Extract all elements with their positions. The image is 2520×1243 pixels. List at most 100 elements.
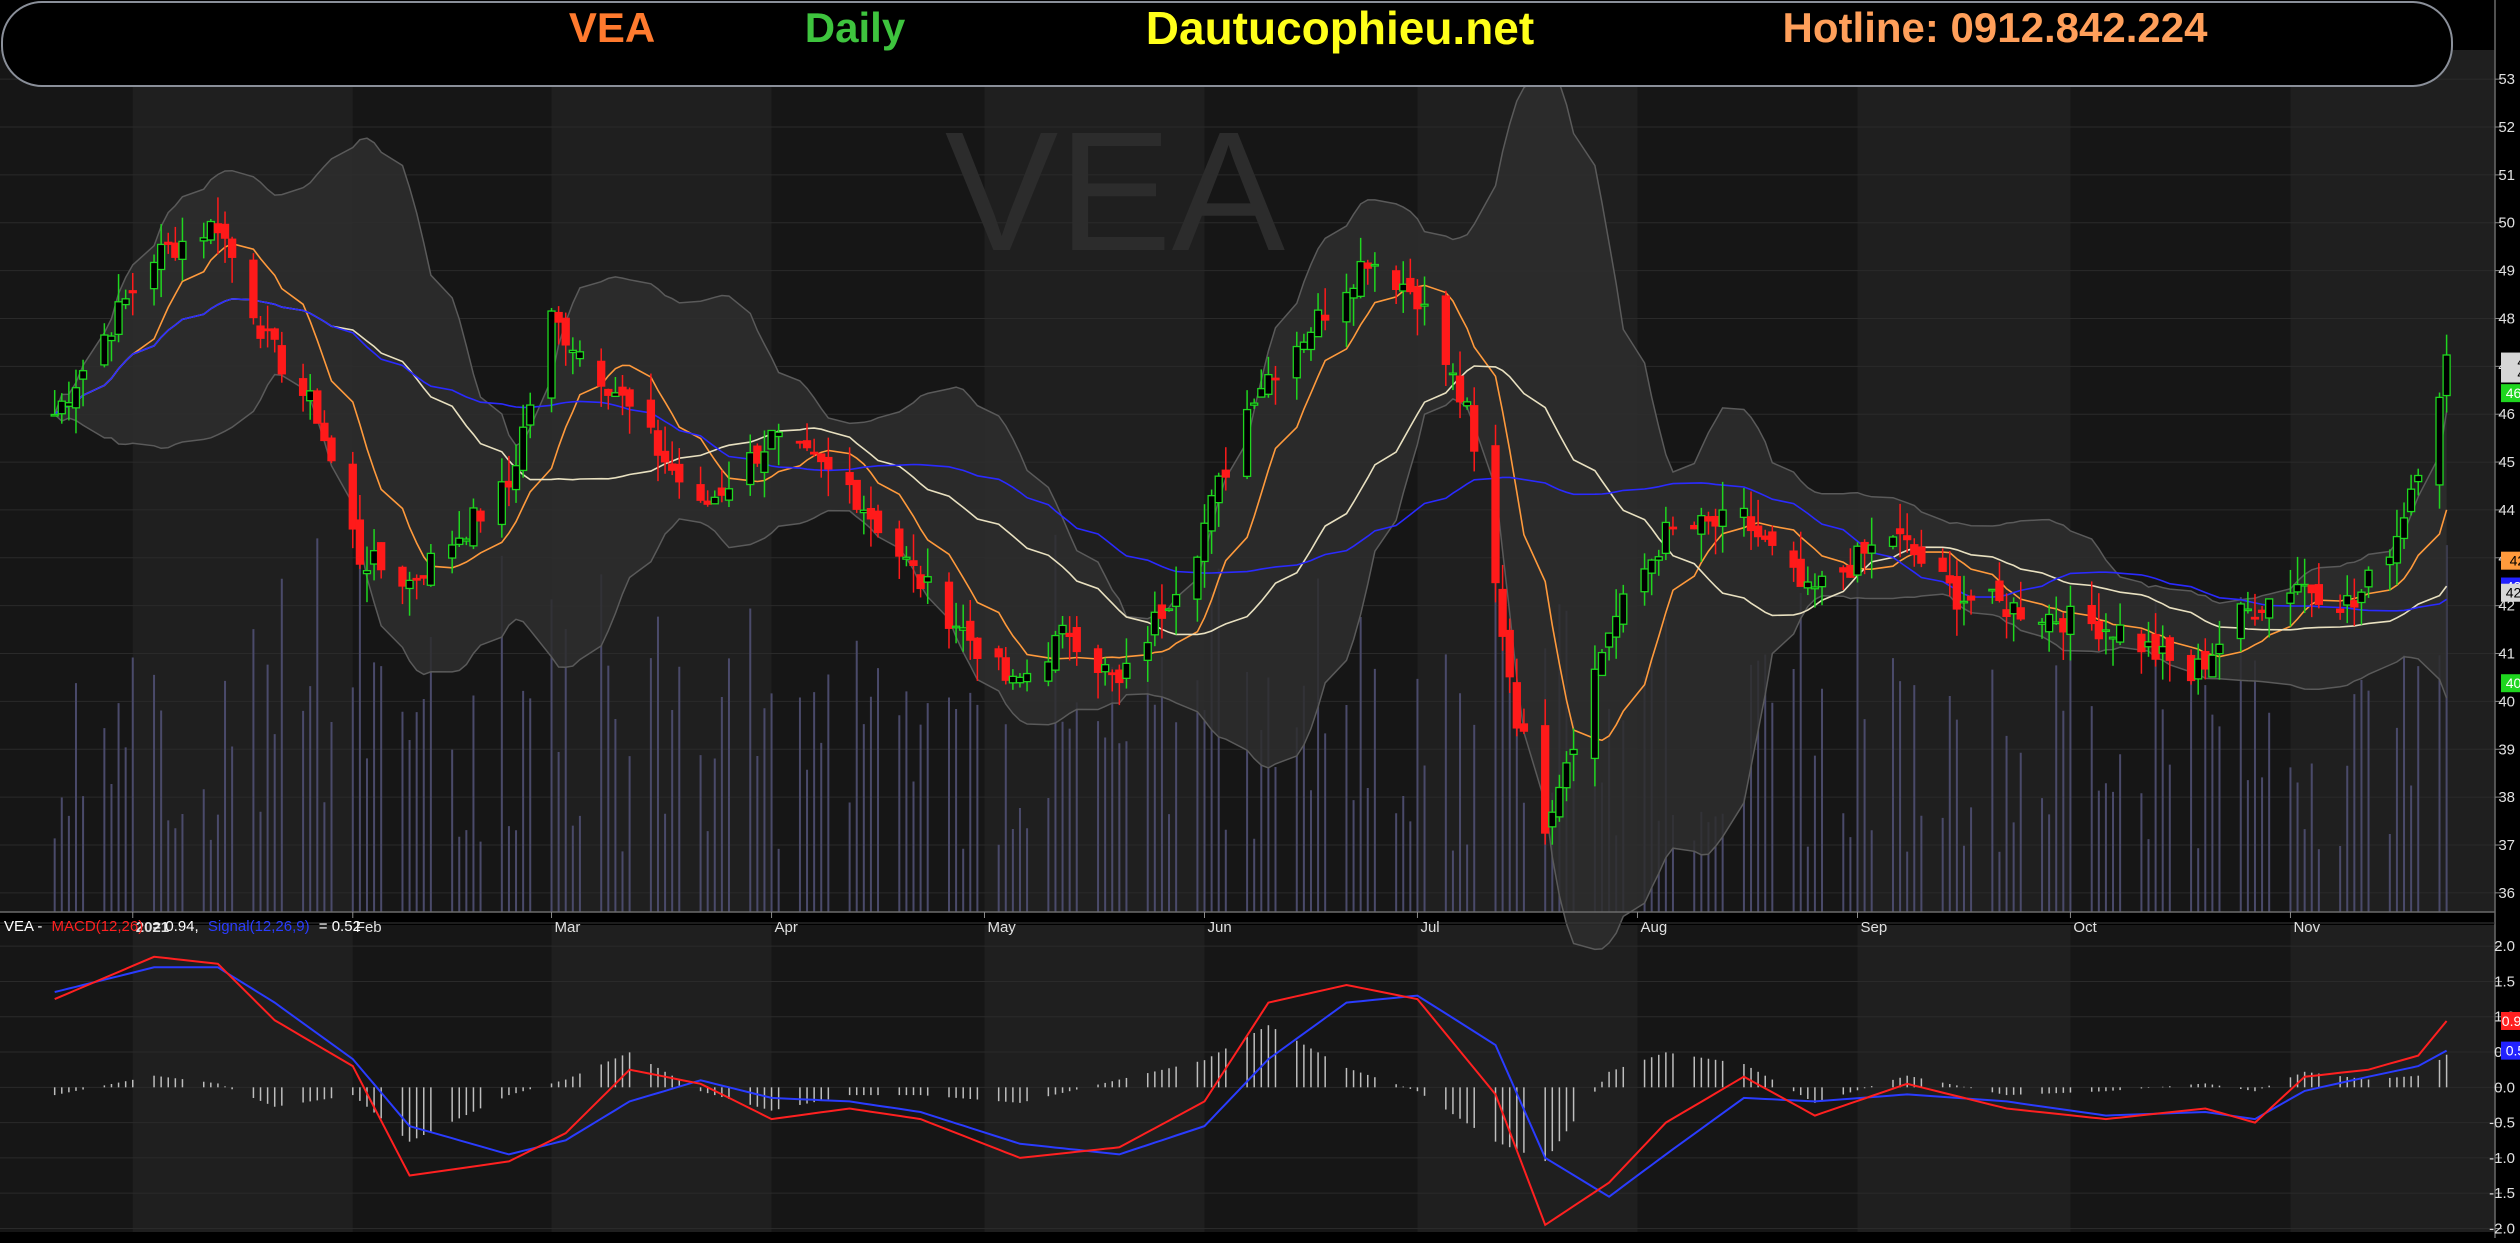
- candle-up: [156, 243, 166, 271]
- candle-up: [2194, 658, 2203, 680]
- candle-up: [1647, 559, 1656, 574]
- candle-down: [1895, 528, 1905, 535]
- candle-up: [1257, 387, 1266, 398]
- candle-down: [1065, 632, 1074, 638]
- candle-down: [554, 311, 563, 323]
- candle-up: [1306, 331, 1316, 351]
- header-banner: VEA Daily Dautucophieu.net Hotline: 0912…: [1, 1, 2453, 87]
- month-tick-label: Sep: [1861, 919, 1888, 936]
- candle-up: [1356, 260, 1365, 297]
- macd-tick-label: 1.5: [2494, 973, 2515, 990]
- candle-down: [1966, 595, 1976, 601]
- candle-up: [64, 402, 74, 407]
- candle-up: [1612, 615, 1621, 638]
- candle-up: [1100, 664, 1110, 673]
- candle-down: [1108, 672, 1117, 676]
- candle-down: [412, 577, 421, 581]
- candle-down: [1704, 516, 1713, 522]
- candle-down: [398, 566, 407, 587]
- candle-up: [2009, 602, 2018, 615]
- candle-down: [227, 238, 237, 258]
- candle-down: [660, 450, 670, 463]
- stock-chart: VEA 363738394041424344454647484950515253…: [0, 0, 2520, 1238]
- candle-down: [1406, 277, 1415, 293]
- candle-up: [2406, 488, 2416, 513]
- candle-down: [668, 463, 677, 471]
- candle-down: [973, 637, 982, 659]
- candle-up: [1143, 641, 1152, 661]
- candle-down: [504, 480, 514, 488]
- candle-up: [2343, 595, 2352, 606]
- candle-down: [213, 223, 223, 234]
- candle-up: [1399, 283, 1408, 292]
- candle-up: [2236, 603, 2245, 640]
- candle-up: [2066, 605, 2075, 636]
- price-tick-label: 48: [2498, 310, 2515, 327]
- candle-down: [1498, 588, 1507, 637]
- candle-down: [866, 507, 876, 520]
- macd-tick-label: -2.0: [2489, 1220, 2515, 1237]
- header-symbol: VEA: [569, 4, 655, 51]
- candle-down: [944, 581, 954, 629]
- candle-down: [1321, 314, 1330, 321]
- month-tick-label: Oct: [2073, 919, 2097, 936]
- candle-up: [2044, 613, 2054, 633]
- candle-up: [1313, 309, 1323, 338]
- candle-up: [1015, 676, 1025, 684]
- price-tick-label: 53: [2498, 71, 2515, 88]
- candle-up: [1988, 588, 1997, 592]
- candle-up: [2215, 643, 2224, 655]
- candle-down: [1711, 515, 1720, 527]
- candle-down: [795, 440, 805, 444]
- candle-up: [1122, 662, 1131, 679]
- candle-down: [256, 325, 265, 339]
- candle-down: [1746, 516, 1756, 532]
- candle-down: [1839, 567, 1848, 573]
- candle-down: [994, 648, 1003, 658]
- candle-up: [1299, 341, 1309, 351]
- candle-down: [1519, 723, 1529, 732]
- macd-tick-label: -1.0: [2489, 1150, 2515, 1167]
- candle-up: [2101, 629, 2111, 633]
- price-tick-label: 41: [2498, 646, 2515, 663]
- candle-down: [313, 390, 322, 424]
- candle-up: [2052, 621, 2061, 625]
- candle-up: [1207, 494, 1216, 532]
- month-tick-label: May: [987, 919, 1016, 936]
- candle-up: [2300, 583, 2309, 587]
- candle-up: [1022, 672, 1032, 683]
- candle-up: [1292, 345, 1301, 379]
- month-band: [132, 925, 353, 1232]
- candle-up: [760, 451, 769, 474]
- candle-down: [2335, 608, 2345, 613]
- candle-up: [100, 334, 109, 366]
- candle-down: [845, 472, 854, 486]
- candle-up: [2108, 636, 2118, 640]
- candle-up: [2144, 641, 2153, 648]
- candle-down: [909, 560, 918, 566]
- candle-up: [448, 544, 457, 559]
- candle-down: [1952, 576, 1962, 610]
- price-badge-label: 46.4428: [2506, 385, 2520, 401]
- candle-up: [78, 370, 88, 380]
- candle-up: [1051, 634, 1060, 671]
- candle-up: [746, 452, 755, 486]
- month-tick-label: Jul: [1420, 919, 1439, 936]
- candle-up: [2392, 535, 2402, 564]
- month-tick-label: Nov: [2293, 919, 2320, 936]
- candle-down: [1753, 525, 1763, 538]
- candle-down: [355, 519, 365, 565]
- macd-tick-label: -0.5: [2489, 1115, 2515, 1132]
- candle-down: [873, 510, 883, 534]
- candle-up: [1548, 811, 1557, 828]
- month-band: [2290, 50, 2495, 912]
- candle-down: [2059, 618, 2068, 633]
- candle-up: [1619, 593, 1628, 625]
- macd-badge-label: 0.942382: [2502, 1013, 2520, 1029]
- price-badge-label: 42.936: [2510, 553, 2520, 569]
- candle-up: [2208, 654, 2217, 678]
- candle-down: [809, 451, 819, 455]
- candle-up: [1803, 581, 1812, 589]
- candle-down: [128, 290, 137, 294]
- price-tick-label: 49: [2498, 263, 2515, 280]
